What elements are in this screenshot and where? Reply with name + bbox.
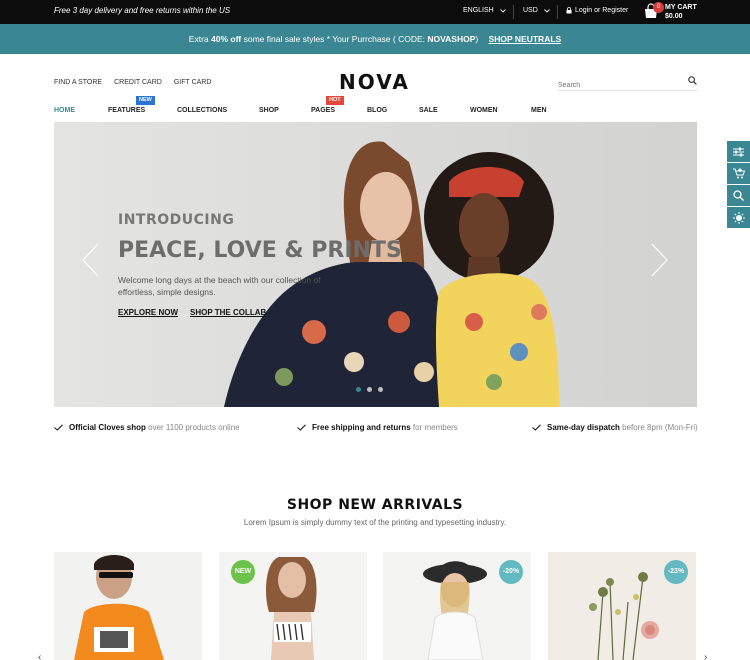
login-link[interactable]: Login or Register [566,7,628,14]
nav-item-shop[interactable]: SHOP [259,107,279,114]
shop-collab-button[interactable]: SHOP THE COLLAB [190,308,266,317]
check-icon [297,424,306,431]
announcement-suffix: ) [475,34,479,44]
side-toolbar [727,141,750,229]
cart-plus-icon[interactable] [727,163,750,184]
feature-title: Same-day dispatch [547,423,620,432]
chevron-down-icon [499,8,506,13]
login-label: Login or Register [575,7,629,14]
slider-dot[interactable] [378,387,383,392]
feature-item: Official Cloves shop over 1100 products … [54,423,240,432]
feature-detail: for members [410,423,458,432]
explore-now-button[interactable]: EXPLORE NOW [118,308,178,317]
shopping-bag-icon: 0 [643,2,664,19]
currency-label: USD [523,7,538,14]
chevron-left-icon[interactable] [80,242,100,278]
product-card[interactable]: -23% [548,552,696,660]
promo-code: NOVASHOP [427,34,476,44]
language-select[interactable]: ENGLISH [463,7,506,14]
site-logo[interactable]: NOVA [339,70,410,94]
hero-slider: INTRODUCING PEACE, LOVE & PRINTS Welcome… [54,122,697,407]
chevron-left-icon[interactable]: ‹ [38,652,41,660]
nav-item-collections[interactable]: COLLECTIONS [177,107,227,114]
search-input[interactable] [558,78,678,93]
feature-title: Official Cloves shop [69,423,146,432]
hero-description: Welcome long days at the beach with our … [118,275,321,297]
language-label: ENGLISH [463,7,494,14]
nav-item-label: PAGES [311,107,335,114]
top-bar: Free 3 day delivery and free returns wit… [0,0,750,24]
nav-item-home[interactable]: HOME [54,107,75,114]
hot-tag: HOT [326,96,344,105]
section-subtitle: Lorem Ipsum is simply dummy text of the … [243,518,507,527]
divider [513,5,514,19]
slider-dots [356,387,383,392]
product-badge: -23% [664,560,688,584]
hero-intro: INTRODUCING [118,212,235,228]
nav-item-men[interactable]: MEN [531,107,547,114]
nav-item-label: FEATURES [108,107,146,114]
cart-button[interactable]: 0 MY CART $0.00 [643,2,697,21]
shop-neutrals-link[interactable]: SHOP NEUTRALS [489,34,562,44]
nav-item-sale[interactable]: SALE [419,107,438,114]
announcement-prefix: Extra [188,34,211,44]
chevron-right-icon[interactable] [650,242,670,278]
sliders-icon[interactable] [727,141,750,162]
cart-label: MY CART [665,4,697,11]
slider-dot[interactable] [356,387,361,392]
announcement-bar: Extra 40% off some final sale styles * Y… [0,24,750,54]
hero-image [54,122,697,407]
feature-item: Free shipping and returns for members [297,423,458,432]
chevron-right-icon[interactable]: › [704,652,707,660]
product-card[interactable] [54,552,202,660]
cart-total: $0.00 [665,13,683,20]
currency-select[interactable]: USD [523,7,550,14]
search-icon[interactable] [727,185,750,206]
product-badge: -20% [499,560,523,584]
section-title: SHOP NEW ARRIVALS [286,497,464,513]
feature-detail: over 1100 products online [145,423,240,432]
slider-dot[interactable] [367,387,372,392]
feature-title: Free shipping and returns [312,423,411,432]
nav-item-features[interactable]: FEATURES NEW [108,96,155,114]
divider [557,5,558,19]
product-card[interactable]: NEW [219,552,367,660]
cart-count-badge: 0 [653,2,664,13]
hero-headline: PEACE, LOVE & PRINTS [118,238,402,263]
check-icon [532,424,541,431]
announcement-percent: 40% off [211,34,242,44]
feature-detail: before 8pm (Mon-Fri) [619,423,698,432]
product-card[interactable]: -20% [383,552,531,660]
nav-item-pages[interactable]: PAGES HOT [311,96,344,114]
sun-icon[interactable] [727,207,750,228]
feature-item: Same-day dispatch before 8pm (Mon-Fri) [532,423,698,432]
product-badge: NEW [231,560,255,584]
lock-icon [566,7,572,14]
nav-item-blog[interactable]: BLOG [367,107,387,114]
credit-card-link[interactable]: CREDIT CARD [114,79,162,86]
search-icon[interactable] [688,76,697,85]
find-store-link[interactable]: FIND A STORE [54,79,102,86]
check-icon [54,424,63,431]
utility-links: FIND A STORE CREDIT CARD GIFT CARD [54,79,211,86]
new-tag: NEW [136,96,155,105]
search-bar [558,74,697,93]
promo-text: Free 3 day delivery and free returns wit… [54,6,231,15]
product-image [54,552,202,660]
gift-card-link[interactable]: GIFT CARD [174,79,212,86]
chevron-down-icon [543,8,550,13]
announcement-middle: some final sale styles * Your Purrchase … [241,34,428,44]
nav-item-women[interactable]: WOMEN [470,107,498,114]
